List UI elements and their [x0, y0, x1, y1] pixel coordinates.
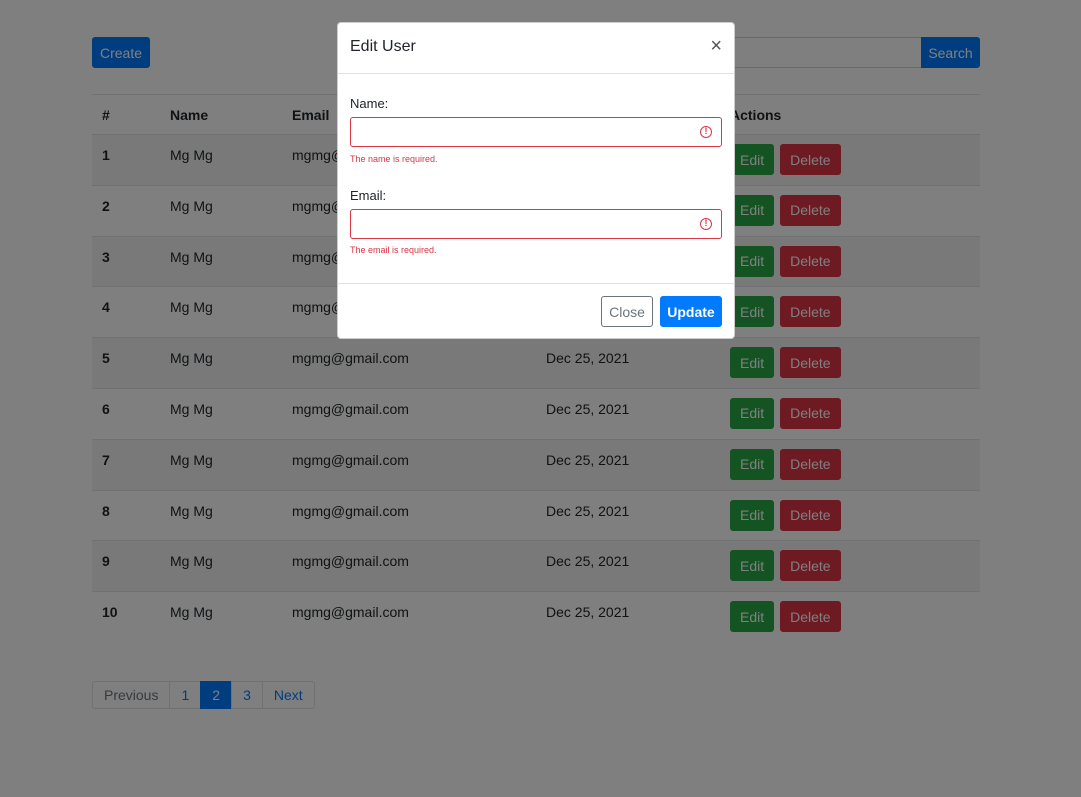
email-field[interactable]: !	[350, 209, 722, 239]
email-error: The email is required.	[350, 245, 437, 255]
edit-user-modal: Edit User × Name: ! The name is required…	[337, 22, 735, 339]
name-field[interactable]: !	[350, 117, 722, 147]
name-error: The name is required.	[350, 154, 438, 164]
error-icon: !	[700, 126, 712, 138]
name-label: Name:	[350, 96, 389, 111]
close-icon[interactable]: ×	[710, 36, 722, 56]
modal-header: Edit User ×	[338, 23, 734, 74]
close-button[interactable]: Close	[601, 296, 653, 327]
error-icon: !	[700, 218, 712, 230]
modal-title: Edit User	[350, 38, 416, 55]
modal-body: Name: ! The name is required. Email: ! T…	[338, 74, 734, 284]
modal-footer: Close Update	[338, 283, 734, 339]
email-label: Email:	[350, 188, 387, 203]
update-button[interactable]: Update	[660, 296, 722, 327]
